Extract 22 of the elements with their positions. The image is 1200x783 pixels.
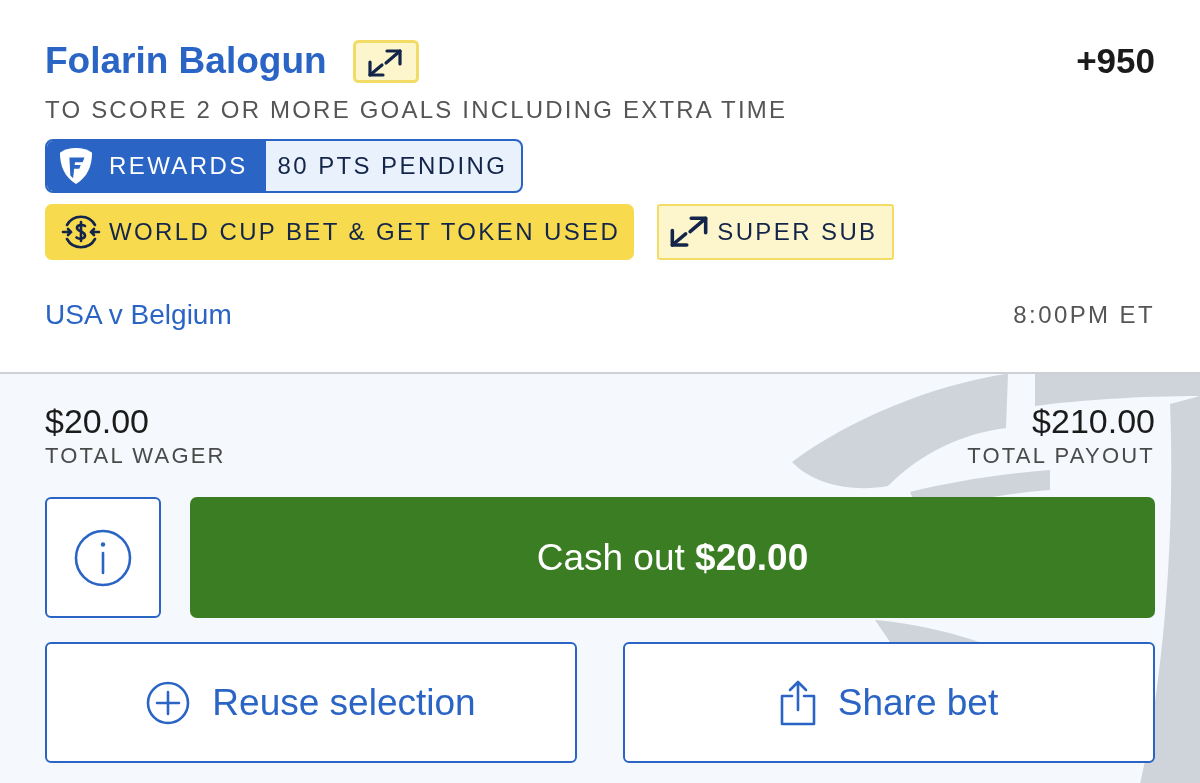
payout-label: TOTAL PAYOUT: [967, 442, 1155, 470]
promo-label: SUPER SUB: [717, 218, 878, 246]
double-arrow-icon: [669, 215, 710, 249]
wager-amount: $20.00: [45, 401, 149, 442]
reuse-selection-button[interactable]: Reuse selection: [45, 642, 577, 763]
plus-circle-icon: [146, 680, 191, 725]
event-time: 8:00PM ET: [1013, 301, 1155, 329]
info-icon: [74, 528, 132, 587]
promo-label: WORLD CUP BET & GET TOKEN USED: [109, 218, 621, 246]
share-icon: [779, 679, 816, 726]
market-description: TO SCORE 2 OR MORE GOALS INCLUDING EXTRA TIME: [45, 95, 789, 125]
wager-label: TOTAL WAGER: [45, 442, 226, 470]
player-name: Folarin Balogun: [45, 39, 327, 83]
info-button[interactable]: [45, 497, 161, 618]
shield-logo-icon: [59, 147, 93, 185]
cash-out-button[interactable]: Cash out $20.00: [190, 497, 1155, 618]
share-bet-button[interactable]: Share bet: [623, 642, 1155, 763]
rewards-points: 80 PTS PENDING: [276, 151, 509, 181]
rewards-label: REWARDS: [109, 152, 248, 180]
odds: +950: [1076, 40, 1155, 82]
event-link[interactable]: USA v Belgium: [45, 299, 232, 331]
payout-amount: $210.00: [1032, 401, 1155, 442]
